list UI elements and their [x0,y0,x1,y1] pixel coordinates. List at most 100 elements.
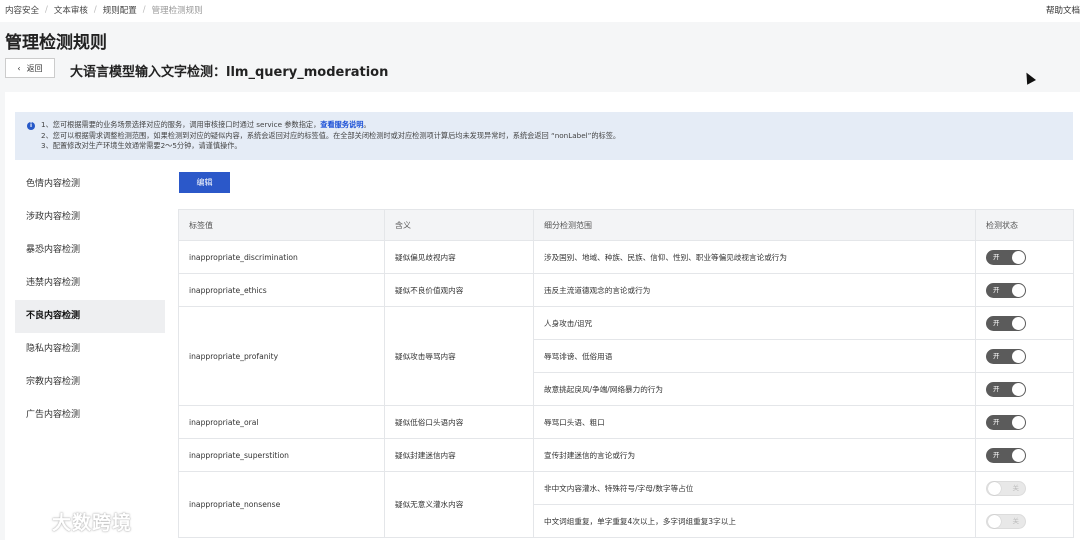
sidebar-item[interactable]: 宗教内容检测 [15,366,165,399]
toggle-knob [1012,349,1025,363]
column-header-label: 标签值 [179,210,385,241]
toggle-knob [1012,382,1025,396]
column-header-status: 检测状态 [976,210,1074,241]
toggle-label: 开 [993,351,1000,360]
status-cell: 关 [976,505,1074,538]
meaning-cell: 疑似不良价值观内容 [385,274,534,307]
notice-line-1-end: 。 [363,120,371,129]
notice-line-2: 2、您可以根据需求调整检测范围，如果检测到对应的疑似内容，系统会返回对应的标签值… [41,130,621,140]
meaning-cell: 疑似无意义灌水内容 [385,472,534,538]
label-value-cell: inappropriate_oral [179,406,385,439]
toggle-label: 关 [1012,483,1020,492]
status-toggle[interactable]: 开 [986,282,1026,298]
back-button-label: 返回 [26,63,43,73]
info-notice: i 1、您可根据需要的业务场景选择对应的服务，调用审核接口时通过 service… [15,112,1073,160]
sidebar-item[interactable]: 暴恐内容检测 [15,234,165,267]
toggle-label: 开 [993,252,1000,261]
column-header-meaning: 含义 [385,210,534,241]
scope-cell: 非中文内容灌水、特殊符号/字母/数字等占位 [534,472,976,505]
help-doc-link[interactable]: 帮助文档 [1046,4,1080,16]
table-row: inappropriate_oral 疑似低俗口头语内容 辱骂口头语、粗口 开 [179,406,1074,439]
status-cell: 开 [976,307,1074,340]
toggle-knob [1012,448,1025,462]
sidebar-item[interactable]: 色情内容检测 [15,168,165,201]
watermark: 大数跨境 [8,508,132,535]
status-toggle[interactable]: 关 [986,480,1026,496]
page-title: 管理检测规则 [5,33,107,53]
sub-row: 涉及国别、地域、种族、民族、信仰、性别、职业等偏见歧视言论或行为 开 [534,241,1074,274]
toggle-label: 关 [1012,516,1020,525]
table-body: inappropriate_discrimination 疑似偏见歧视内容 涉及国别… [179,241,1074,538]
scope-cell: 辱骂口头语、粗口 [534,406,976,439]
table-row: inappropriate_discrimination 疑似偏见歧视内容 涉及国别… [179,241,1074,274]
service-doc-link[interactable]: 查看服务说明 [320,120,363,129]
toggle-label: 开 [993,285,1000,294]
scope-cell: 涉及国别、地域、种族、民族、信仰、性别、职业等偏见歧视言论或行为 [534,241,976,274]
notice-line-1-text: 1、您可根据需要的业务场景选择对应的服务，调用审核接口时通过 service 参… [41,120,321,129]
status-cell: 开 [976,340,1074,373]
status-toggle[interactable]: 开 [986,315,1026,331]
toggle-label: 开 [993,450,1000,459]
scope-cell: 故意挑起戾风/争端/网络暴力的行为 [534,373,976,406]
sidebar-item[interactable]: 不良内容检测 [15,300,165,333]
sub-rows: 宣传封建迷信的言论或行为 开 [534,439,1074,472]
sub-row: 宣传封建迷信的言论或行为 开 [534,439,1074,472]
breadcrumb-item-rule-config[interactable]: 规则配置 [103,4,137,16]
toggle-label: 开 [993,384,1000,393]
status-toggle[interactable]: 开 [986,348,1026,364]
breadcrumb-separator: / [93,5,97,15]
sub-rows: 人身攻击/诅咒开辱骂诽谤、低俗用语开故意挑起戾风/争端/网络暴力的行为开 [534,307,1074,406]
status-toggle[interactable]: 开 [986,414,1026,430]
top-bar: 内容安全 / 文本审核 / 规则配置 / 管理检测规则 帮助文档 [0,0,1080,22]
sub-row: 人身攻击/诅咒 开 [534,307,1074,340]
sub-row: 故意挑起戾风/争端/网络暴力的行为 开 [534,373,1074,406]
status-cell: 开 [976,241,1074,274]
scope-cell: 宣传封建迷信的言论或行为 [534,439,976,472]
category-sidebar: 色情内容检测 涉政内容检测 暴恐内容检测 违禁内容检测 不良内容检测 隐私内容检测 宗教内容… [15,168,165,432]
toggle-knob [1012,316,1025,330]
status-toggle[interactable]: 关 [986,513,1026,529]
status-toggle[interactable]: 开 [986,447,1026,463]
breadcrumb-separator: / [45,5,48,15]
sub-rows: 违反主流道德观念的言论或行为 开 [534,274,1074,307]
status-cell: 开 [976,406,1074,439]
sidebar-item[interactable]: 违禁内容检测 [15,267,165,300]
table-header: 标签值 含义 细分检测范围 检测状态 [179,210,1074,241]
status-cell: 开 [976,439,1074,472]
toggle-knob [988,514,1001,528]
toggle-knob [1012,415,1025,429]
sub-rows: 非中文内容灌水、特殊符号/字母/数字等占位关中文词组重复，单字重复4次以上，多字… [534,472,1074,538]
label-value-cell: inappropriate_nonsense [179,472,385,538]
sub-row: 非中文内容灌水、特殊符号/字母/数字等占位 关 [534,472,1074,505]
notice-line-1: 1、您可根据需要的业务场景选择对应的服务，调用审核接口时通过 service 参… [41,120,1065,131]
scope-cell: 中文词组重复，单字重复4次以上，多字词组重复3字以上 [534,505,976,538]
status-toggle[interactable]: 开 [986,381,1026,397]
table-row: inappropriate_superstition 疑似封建迷信内容 宣传封建迷信… [179,439,1074,472]
breadcrumb-item-current: 管理检测规则 [151,6,203,16]
table-row: inappropriate_nonsense 疑似无意义灌水内容 非中文内容灌水、特… [179,472,1074,538]
column-header-scope: 细分检测范围 [534,210,976,241]
sidebar-item[interactable]: 涉政内容检测 [15,201,165,234]
sub-row: 违反主流道德观念的言论或行为 开 [534,274,1074,307]
scope-cell: 违反主流道德观念的言论或行为 [534,274,976,307]
sidebar-item[interactable]: 隐私内容检测 [15,333,165,366]
status-cell: 关 [976,472,1074,505]
notice-line-3: 3、配置修改对生产环境生效通常需要2～5分钟，请谨慎操作。 [41,141,242,150]
sidebar-item[interactable]: 广告内容检测 [15,399,165,432]
breadcrumb-item-text-review[interactable]: 文本审核 [54,4,88,16]
meaning-cell: 疑似偏见歧视内容 [385,241,534,274]
breadcrumb-separator: / [142,5,146,15]
label-value-cell: inappropriate_profanity [179,307,385,406]
edit-button[interactable]: 编辑 [179,172,230,193]
sub-rows: 辱骂口头语、粗口 开 [534,406,1074,439]
rules-table: 标签值 含义 细分检测范围 检测状态 inappropriate_discrim… [178,209,1074,538]
watermark-logo-icon [8,510,48,533]
sub-row: 辱骂诽谤、低俗用语 开 [534,340,1074,373]
status-toggle[interactable]: 开 [986,249,1026,265]
chevron-left-icon: ‹ [17,63,21,73]
table-row: inappropriate_profanity 疑似攻击辱骂内容 人身攻击/诅咒开辱… [179,307,1074,406]
breadcrumb-item-content-security[interactable]: 内容安全 [5,4,39,16]
back-button[interactable]: ‹ 返回 [5,58,55,78]
scope-cell: 辱骂诽谤、低俗用语 [534,340,976,373]
rule-title: 大语言模型输入文字检测：llm_query_moderation [70,65,389,80]
